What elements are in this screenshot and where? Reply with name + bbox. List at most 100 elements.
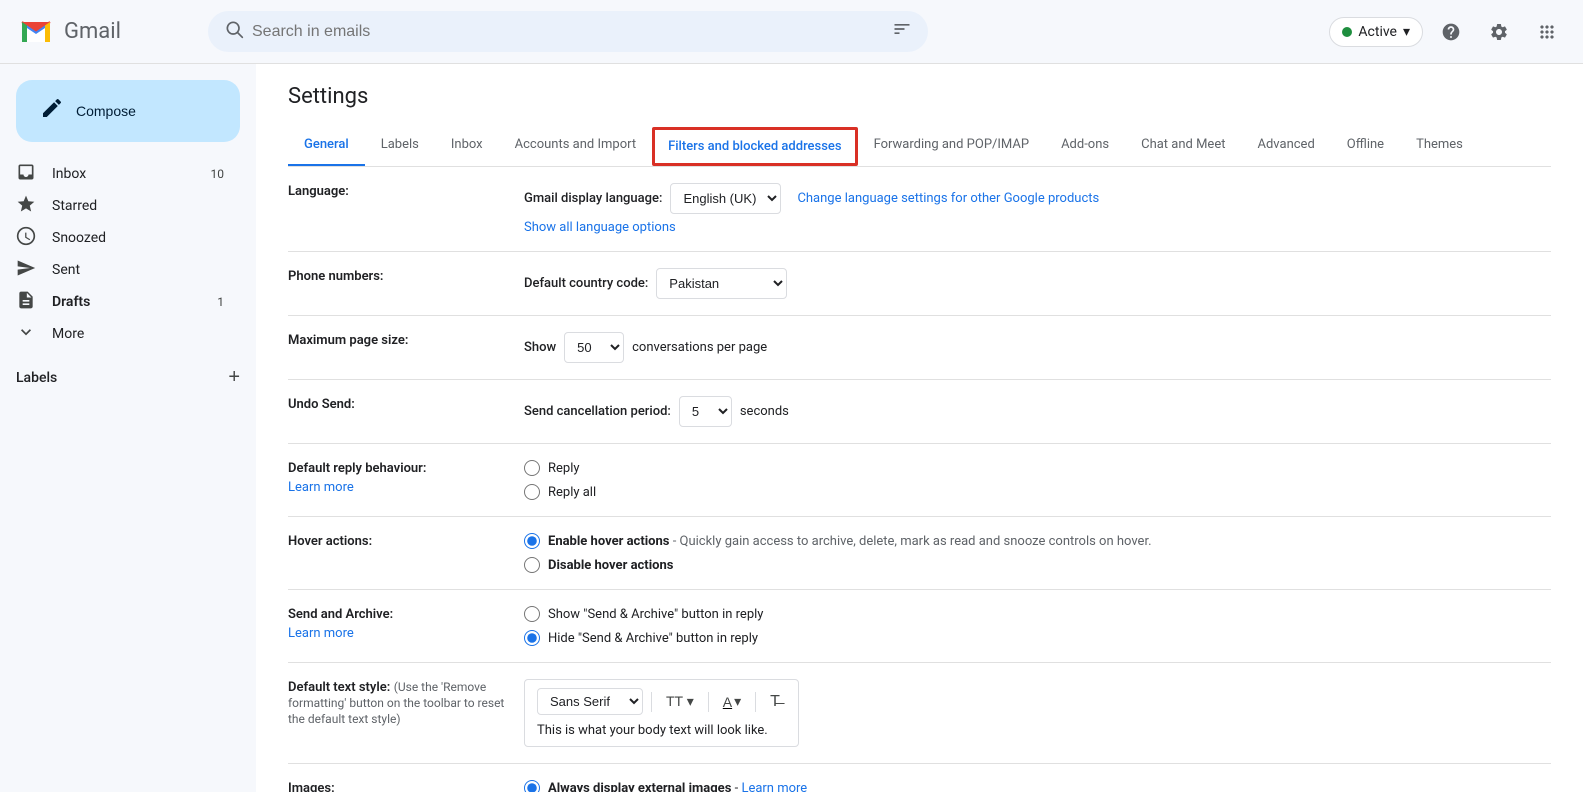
sidebar-item-label-snoozed: Snoozed <box>52 230 224 246</box>
show-all-language-link[interactable]: Show all language options <box>524 220 1551 235</box>
change-language-link[interactable]: Change language settings for other Googl… <box>797 191 1099 206</box>
reply-all-radio-label: Reply all <box>548 485 596 500</box>
images-label-text: Images: <box>288 781 335 792</box>
tab-addons[interactable]: Add-ons <box>1045 125 1125 167</box>
hover-actions-label: Hover actions: <box>288 533 508 549</box>
show-send-archive-radio[interactable] <box>524 606 540 622</box>
tab-labels[interactable]: Labels <box>365 125 435 167</box>
more-chevron-icon <box>16 322 36 347</box>
enable-hover-label: Enable hover actions - Quickly gain acce… <box>548 534 1152 549</box>
default-reply-learn-more[interactable]: Learn more <box>288 480 508 495</box>
font-select[interactable]: Sans Serif Serif Monospace <box>537 688 643 715</box>
sidebar-item-drafts[interactable]: Drafts 1 <box>0 286 240 318</box>
sidebar-item-more[interactable]: More <box>0 318 240 350</box>
reply-radio[interactable] <box>524 460 540 476</box>
send-archive-radio-group: Show "Send & Archive" button in reply Hi… <box>524 606 1551 646</box>
body-text-preview: This is what your body text will look li… <box>537 723 786 738</box>
text-color-button[interactable]: A ▾ <box>717 689 747 714</box>
send-archive-content: Show "Send & Archive" button in reply Hi… <box>524 606 1551 646</box>
disable-hover-radio-item[interactable]: Disable hover actions <box>524 557 1551 573</box>
images-content: Always display external images - Learn m… <box>524 780 1551 792</box>
page-size-row-inner: Show 25 50 100 conversations per page <box>524 332 1551 363</box>
sidebar-item-label-more: More <box>52 326 224 342</box>
hover-actions-label-text: Hover actions: <box>288 534 372 549</box>
labels-header: Labels + <box>0 358 256 397</box>
settings-button[interactable] <box>1479 12 1519 52</box>
text-style-box: Sans Serif Serif Monospace TT ▾ A ▾ <box>524 679 799 747</box>
sidebar-item-starred[interactable]: Starred <box>0 190 240 222</box>
sidebar-item-sent[interactable]: Sent <box>0 254 240 286</box>
sidebar-item-label-drafts: Drafts <box>52 294 201 310</box>
show-send-archive-radio-item[interactable]: Show "Send & Archive" button in reply <box>524 606 1551 622</box>
default-text-row: Default text style: (Use the 'Remove for… <box>288 663 1551 764</box>
disable-hover-radio[interactable] <box>524 557 540 573</box>
default-reply-label-text: Default reply behaviour: <box>288 461 426 476</box>
country-select[interactable]: Pakistan United States United Kingdom In… <box>656 268 787 299</box>
always-display-radio-item[interactable]: Always display external images - Learn m… <box>524 780 1551 792</box>
seconds-label: seconds <box>740 404 789 419</box>
enable-hover-radio-item[interactable]: Enable hover actions - Quickly gain acce… <box>524 533 1551 549</box>
reply-all-radio[interactable] <box>524 484 540 500</box>
tab-offline[interactable]: Offline <box>1331 125 1400 167</box>
hover-actions-radio-group: Enable hover actions - Quickly gain acce… <box>524 533 1551 573</box>
undo-send-label: Undo Send: <box>288 396 508 412</box>
search-bar <box>208 11 928 52</box>
phone-row: Phone numbers: Default country code: Pak… <box>288 252 1551 316</box>
settings-header: Settings General Labels Inbox Accounts a… <box>256 64 1583 167</box>
apps-button[interactable] <box>1527 12 1567 52</box>
search-options-icon[interactable] <box>892 19 912 44</box>
enable-hover-radio[interactable] <box>524 533 540 549</box>
page-size-content: Show 25 50 100 conversations per page <box>524 332 1551 363</box>
hide-send-archive-radio[interactable] <box>524 630 540 646</box>
settings-content: Language: Gmail display language: Englis… <box>256 167 1583 792</box>
tab-advanced[interactable]: Advanced <box>1241 125 1330 167</box>
hide-send-archive-radio-item[interactable]: Hide "Send & Archive" button in reply <box>524 630 1551 646</box>
language-select[interactable]: English (UK) English (US) French German <box>670 183 781 214</box>
header: Gmail Active ▾ <box>0 0 1583 64</box>
tab-inbox[interactable]: Inbox <box>435 125 499 167</box>
tab-general[interactable]: General <box>288 125 365 167</box>
active-status[interactable]: Active ▾ <box>1329 17 1423 47</box>
tab-accounts[interactable]: Accounts and Import <box>499 125 652 167</box>
hover-actions-row: Hover actions: Enable hover actions - Qu… <box>288 517 1551 590</box>
always-display-radio[interactable] <box>524 780 540 792</box>
reply-radio-item[interactable]: Reply <box>524 460 1551 476</box>
language-label: Language: <box>288 183 508 199</box>
sidebar-drafts-count: 1 <box>217 295 224 309</box>
tab-forwarding[interactable]: Forwarding and POP/IMAP <box>858 125 1046 167</box>
compose-button[interactable]: Compose <box>16 80 240 142</box>
remove-formatting-button[interactable]: T̶ <box>764 689 786 715</box>
text-size-button[interactable]: TT ▾ <box>660 689 700 714</box>
sidebar: Compose Inbox 10 Starred Snoozed <box>0 64 256 792</box>
undo-row-inner: Send cancellation period: 5 10 20 30 sec… <box>524 396 1551 427</box>
page-size-select[interactable]: 25 50 100 <box>564 332 624 363</box>
tab-themes[interactable]: Themes <box>1400 125 1479 167</box>
tab-chat[interactable]: Chat and Meet <box>1125 125 1241 167</box>
page-size-label-text: Maximum page size: <box>288 333 408 348</box>
conversations-label: conversations per page <box>632 340 767 355</box>
tab-filters[interactable]: Filters and blocked addresses <box>652 127 857 166</box>
default-reply-radio-group: Reply Reply all <box>524 460 1551 500</box>
labels-add-button[interactable]: + <box>228 366 240 389</box>
language-label-text: Language: <box>288 184 349 199</box>
default-reply-content: Reply Reply all <box>524 460 1551 500</box>
undo-send-select[interactable]: 5 10 20 30 <box>679 396 732 427</box>
language-row: Language: Gmail display language: Englis… <box>288 167 1551 252</box>
page-size-label: Maximum page size: <box>288 332 508 348</box>
always-display-label: Always display external images - Learn m… <box>548 781 807 792</box>
search-input[interactable] <box>252 23 884 41</box>
hide-send-archive-label: Hide "Send & Archive" button in reply <box>548 631 758 646</box>
sidebar-item-inbox[interactable]: Inbox 10 <box>0 158 240 190</box>
snoozed-icon <box>16 226 36 251</box>
default-text-content: Sans Serif Serif Monospace TT ▾ A ▾ <box>524 679 1551 747</box>
labels-title: Labels <box>16 370 57 386</box>
sidebar-item-snoozed[interactable]: Snoozed <box>0 222 240 254</box>
cancellation-label: Send cancellation period: <box>524 404 671 419</box>
images-learn-more[interactable]: Learn more <box>741 781 807 792</box>
default-reply-row: Default reply behaviour: Learn more Repl… <box>288 444 1551 517</box>
help-button[interactable] <box>1431 12 1471 52</box>
send-archive-learn-more[interactable]: Learn more <box>288 626 508 641</box>
reply-all-radio-item[interactable]: Reply all <box>524 484 1551 500</box>
gmail-display-language-label: Gmail display language: <box>524 191 662 206</box>
undo-send-content: Send cancellation period: 5 10 20 30 sec… <box>524 396 1551 427</box>
